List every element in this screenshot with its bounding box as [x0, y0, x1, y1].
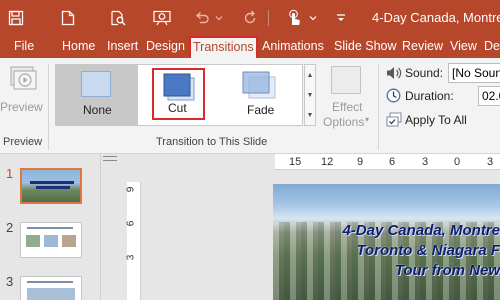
- ruler-tick-label: 3: [422, 156, 429, 168]
- title-bar: 4-Day Canada, Montrea: [0, 0, 500, 36]
- transition-cut[interactable]: Cut: [152, 68, 205, 120]
- gallery-scroll-up-icon[interactable]: ▲: [305, 65, 315, 85]
- ribbon: Preview Preview None Cut Fade ▲ ▼ ▼ Effe…: [0, 58, 500, 154]
- slide-canvas[interactable]: 4-Day Canada, Montre Toronto & Niagara F…: [273, 184, 500, 300]
- ruler-tick-label: 15: [289, 156, 302, 168]
- ruler-tick-label: 9: [125, 186, 137, 193]
- tab-transitions[interactable]: Transitions: [189, 36, 258, 58]
- sound-label: Sound:: [405, 66, 444, 80]
- transition-group-label: Transition to This Slide: [156, 136, 268, 148]
- transition-fade-icon: [242, 71, 276, 102]
- tab-file[interactable]: File: [14, 36, 34, 58]
- tab-insert[interactable]: Insert: [107, 36, 138, 58]
- touch-mode-icon[interactable]: [282, 6, 306, 30]
- touch-mode-dropdown-icon[interactable]: [306, 6, 320, 30]
- slide-thumbnail-2[interactable]: [20, 222, 82, 258]
- ruler-tick-label: 6: [125, 220, 137, 227]
- apply-to-all-icon: [386, 112, 402, 131]
- preview-button[interactable]: Preview: [0, 62, 46, 126]
- undo-icon[interactable]: [190, 6, 214, 30]
- transition-fade-label: Fade: [247, 103, 275, 117]
- apply-to-all-label: Apply To All: [405, 113, 467, 127]
- slide-thumbnail-3[interactable]: [20, 276, 82, 300]
- slide-thumbnail-1[interactable]: [20, 168, 82, 204]
- slide-number: 2: [6, 220, 14, 235]
- gallery-more-icon[interactable]: ▼: [305, 105, 315, 125]
- effect-options-label-line2: Options: [323, 115, 365, 129]
- customize-chevron-icon[interactable]: [332, 6, 350, 30]
- transition-gallery: None Cut Fade: [55, 64, 303, 126]
- transition-none[interactable]: None: [56, 65, 138, 125]
- ruler-tick-label: 6: [389, 156, 396, 168]
- thumbnail-picture: [62, 235, 76, 247]
- thumbnail-text-line: [27, 281, 73, 283]
- gallery-scrollbar[interactable]: ▲ ▼ ▼: [304, 64, 316, 126]
- preview-group-label: Preview: [3, 136, 43, 148]
- ribbon-tab-bar: File Home Insert Design Transitions Anim…: [0, 36, 500, 58]
- new-file-icon[interactable]: [56, 6, 80, 30]
- slideshow-icon[interactable]: [150, 6, 174, 30]
- ruler-splitter-icon[interactable]: [103, 156, 117, 161]
- effect-options-button[interactable]: Effect Options ▾: [322, 64, 374, 132]
- transition-none-label: None: [83, 103, 112, 117]
- thumbnail-text-line: [27, 227, 73, 229]
- thumbnail-title-bar: [30, 181, 74, 184]
- thumbnail-picture: [27, 288, 75, 300]
- duration-label: Duration:: [405, 89, 454, 103]
- tab-slide-show[interactable]: Slide Show: [334, 36, 397, 58]
- horizontal-ruler: 15 12 9 6 3 0 3: [275, 154, 500, 170]
- transition-cut-label: Cut: [168, 101, 187, 115]
- effect-options-label-line1: Effect: [332, 100, 363, 114]
- tab-view[interactable]: View: [450, 36, 477, 58]
- slide-thumbnail-pane: 1 2 3: [0, 154, 100, 300]
- thumbnail-title-bar: [36, 186, 70, 189]
- transition-none-icon: [81, 71, 111, 97]
- apply-to-all-button[interactable]: Apply To All: [384, 110, 500, 130]
- vertical-ruler: 9 6 3: [125, 182, 141, 300]
- effect-options-icon: [331, 66, 361, 94]
- duration-field[interactable]: 02.0: [478, 86, 500, 106]
- effect-options-dropdown-icon: ▾: [365, 115, 370, 124]
- preview-icon: [8, 64, 38, 97]
- save-icon[interactable]: [4, 6, 28, 30]
- group-divider: [378, 64, 379, 150]
- transition-cut-icon: [163, 73, 195, 104]
- tab-animations[interactable]: Animations: [262, 36, 324, 58]
- ruler-tick-label: 0: [454, 156, 461, 168]
- preview-button-label: Preview: [0, 100, 43, 114]
- ruler-tick-label: 3: [125, 254, 137, 261]
- tab-review[interactable]: Review: [402, 36, 443, 58]
- slide-title-line-1: 4-Day Canada, Montre: [342, 222, 500, 239]
- thumbnail-picture: [44, 235, 58, 247]
- qat-separator: [268, 10, 269, 26]
- sound-icon: [386, 66, 402, 83]
- tab-developer[interactable]: De: [484, 36, 500, 58]
- tab-design[interactable]: Design: [146, 36, 185, 58]
- search-file-icon[interactable]: [106, 6, 130, 30]
- tab-home[interactable]: Home: [62, 36, 95, 58]
- slide-title-line-2: Toronto & Niagara F: [356, 242, 500, 259]
- duration-icon: [386, 88, 401, 106]
- undo-dropdown-icon[interactable]: [212, 6, 226, 30]
- thumbnail-picture: [26, 235, 40, 247]
- gallery-scroll-down-icon[interactable]: ▼: [305, 85, 315, 105]
- slide-title-line-3: Tour from New: [394, 262, 500, 279]
- ruler-tick-label: 3: [487, 156, 494, 168]
- ruler-tick-label: 12: [321, 156, 334, 168]
- group-divider: [48, 64, 49, 150]
- transition-fade[interactable]: Fade: [234, 65, 294, 125]
- slide-number: 3: [6, 274, 14, 289]
- ruler-tick-label: 9: [357, 156, 364, 168]
- slide-number: 1: [6, 166, 14, 181]
- document-title: 4-Day Canada, Montrea: [372, 10, 500, 25]
- redo-icon[interactable]: [238, 6, 262, 30]
- sound-dropdown[interactable]: [No Soun: [448, 63, 500, 83]
